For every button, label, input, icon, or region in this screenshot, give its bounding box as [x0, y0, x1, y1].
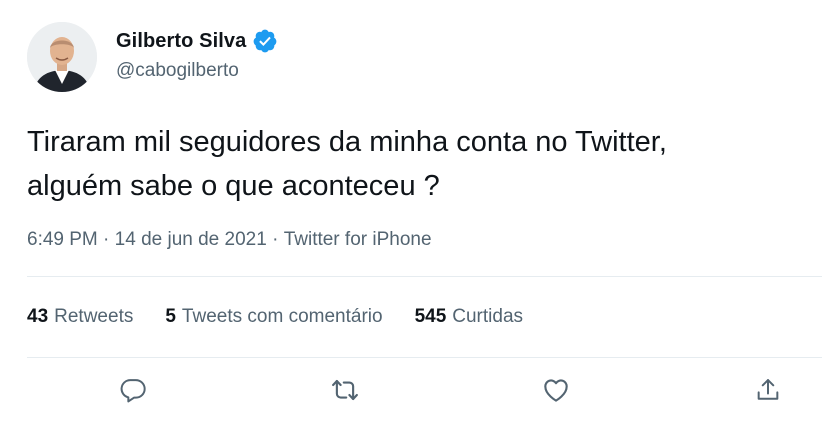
tweet-source[interactable]: Twitter for iPhone: [284, 229, 432, 251]
retweets-label: Retweets: [54, 306, 134, 327]
retweets-count: 43: [27, 306, 49, 327]
author-handle[interactable]: @cabogilberto: [116, 60, 239, 82]
like-button[interactable]: [541, 377, 571, 407]
reply-icon: [119, 376, 147, 409]
reply-button[interactable]: [118, 377, 148, 407]
divider: [27, 357, 822, 358]
divider: [27, 276, 822, 277]
quote-tweets-label: Tweets com comentário: [181, 306, 383, 327]
quote-tweets-count: 5: [165, 306, 176, 327]
tweet-text: Tiraram mil seguidores da minha conta no…: [27, 126, 667, 202]
meta-separator: ·: [97, 229, 115, 250]
tweet-date[interactable]: 14 de jun de 2021: [115, 229, 267, 251]
heart-icon: [541, 375, 571, 410]
retweets-stat[interactable]: 43 Retweets: [27, 306, 133, 328]
likes-label: Curtidas: [452, 306, 524, 327]
quote-tweets-stat[interactable]: 5 Tweets com comentário: [165, 306, 382, 328]
author-name-row: Gilberto Silva: [116, 28, 278, 54]
share-icon: [754, 376, 782, 409]
tweet-time[interactable]: 6:49 PM: [27, 229, 98, 251]
likes-count: 545: [414, 306, 447, 327]
author-display-name[interactable]: Gilberto Silva: [116, 30, 246, 53]
meta-separator: ·: [266, 229, 284, 250]
tweet-meta: 6:49 PM · 14 de jun de 2021 · Twitter fo…: [27, 229, 432, 251]
tweet-card: Gilberto Silva @cabogilberto Tiraram mil…: [0, 0, 822, 432]
avatar[interactable]: [27, 22, 97, 92]
share-button[interactable]: [753, 377, 783, 407]
retweet-button[interactable]: [330, 377, 360, 407]
retweet-icon: [330, 375, 360, 410]
verified-badge-icon: [252, 28, 278, 54]
tweet-stats: 43 Retweets 5 Tweets com comentário 545 …: [27, 306, 555, 328]
likes-stat[interactable]: 545 Curtidas: [415, 306, 523, 328]
